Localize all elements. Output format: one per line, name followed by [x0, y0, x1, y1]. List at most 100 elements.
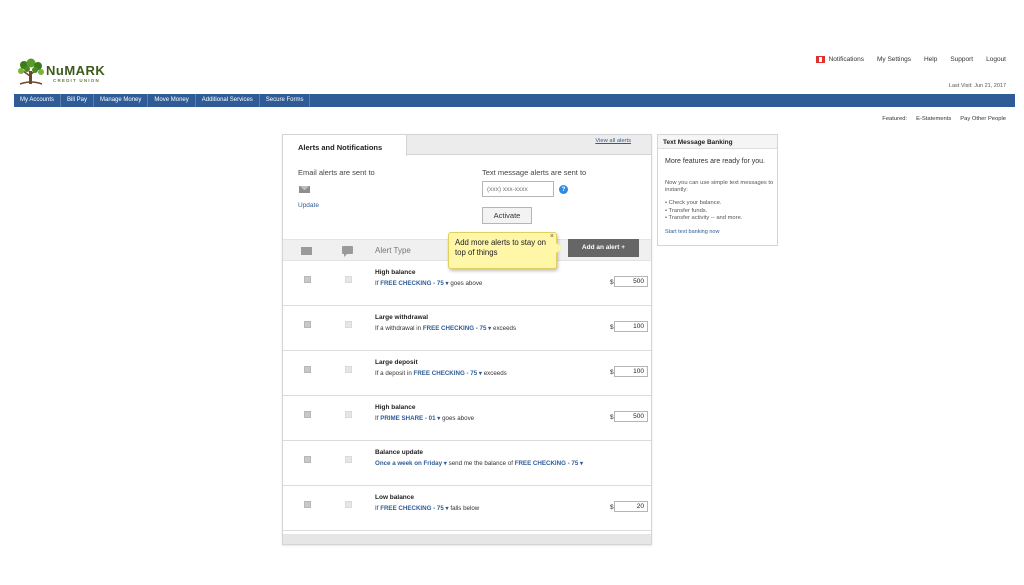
alert-post: send me the balance of	[448, 460, 513, 467]
alert-post: falls below	[450, 505, 480, 512]
sms-checkbox[interactable]	[345, 366, 352, 373]
notification-flag-icon	[815, 56, 825, 63]
add-alert-button[interactable]: Add an alert +	[568, 239, 639, 257]
email-icon	[299, 186, 310, 193]
list-item: Check your balance.	[665, 200, 742, 208]
help-link[interactable]: Help	[924, 56, 937, 63]
nav-manage-money[interactable]: Manage Money	[94, 94, 149, 107]
amount-input[interactable]: 500	[614, 411, 648, 422]
sms-column-icon	[342, 246, 353, 257]
tab-strip: Alerts and Notifications View all alerts	[283, 135, 651, 156]
featured-label: Featured:	[882, 116, 908, 122]
support-link[interactable]: Support	[950, 56, 973, 63]
logout-link[interactable]: Logout	[986, 56, 1006, 63]
panel-footer	[283, 534, 651, 544]
notifications-link[interactable]: Notifications	[815, 56, 864, 63]
nav-bill-pay[interactable]: Bill Pay	[61, 94, 95, 107]
email-checkbox[interactable]	[304, 411, 311, 418]
main-nav: My Accounts Bill Pay Manage Money Move M…	[14, 94, 1015, 107]
alert-post: exceeds	[493, 325, 517, 332]
list-item: Transfer funds.	[665, 208, 742, 216]
account-dropdown[interactable]: FREE CHECKING - 75 ▾	[414, 370, 482, 377]
tooltip-text: Add more alerts to stay on top of things	[455, 238, 547, 257]
alert-post: goes above	[442, 415, 475, 422]
start-text-banking-link[interactable]: Start text banking now	[665, 229, 719, 235]
alert-description: If PRIME SHARE - 01 ▾ goes above	[375, 415, 474, 422]
nav-my-accounts[interactable]: My Accounts	[14, 94, 62, 107]
alert-title: Large deposit	[375, 359, 418, 366]
sms-checkbox[interactable]	[345, 456, 352, 463]
featured-pay-other-people[interactable]: Pay Other People	[960, 116, 1006, 122]
add-alert-tooltip: Add more alerts to stay on top of things…	[448, 232, 563, 269]
logo-name: NuMARK	[46, 63, 106, 78]
tree-logo-icon	[18, 58, 44, 85]
nav-additional-services[interactable]: Additional Services	[196, 94, 260, 107]
alert-row: Low balance If FREE CHECKING - 75 ▾ fall…	[283, 486, 651, 531]
alert-row: Balance update Once a week on Friday ▾ s…	[283, 441, 651, 486]
text-alerts-label: Text message alerts are sent to	[482, 168, 587, 177]
account-dropdown[interactable]: FREE CHECKING - 75 ▾	[380, 280, 448, 287]
sms-checkbox[interactable]	[345, 321, 352, 328]
nav-secure-forms[interactable]: Secure Forms	[260, 94, 311, 107]
alert-title: Balance update	[375, 449, 424, 456]
alerts-panel: Alerts and Notifications View all alerts…	[282, 134, 652, 545]
alert-post: goes above	[450, 280, 483, 287]
featured-links: Featured: E-Statements Pay Other People	[882, 116, 1006, 122]
email-alerts-label: Email alerts are sent to	[298, 168, 375, 177]
last-visit: Last Visit: Jun 21, 2017	[948, 83, 1006, 89]
email-checkbox[interactable]	[304, 321, 311, 328]
sms-checkbox[interactable]	[345, 276, 352, 283]
alert-description: If a withdrawal in FREE CHECKING - 75 ▾ …	[375, 325, 516, 332]
alert-pre: If a deposit in	[375, 370, 412, 377]
alert-title: Large withdrawal	[375, 314, 429, 321]
my-settings-link[interactable]: My Settings	[877, 56, 911, 63]
alert-row: Large withdrawal If a withdrawal in FREE…	[283, 306, 651, 351]
alert-pre: If	[375, 505, 379, 512]
account-dropdown[interactable]: FREE CHECKING - 75 ▾	[380, 505, 448, 512]
account-dropdown[interactable]: FREE CHECKING - 75 ▾	[515, 460, 583, 467]
amount-input[interactable]: 100	[614, 366, 648, 377]
amount-input[interactable]: 100	[614, 321, 648, 332]
tab-alerts-and-notifications[interactable]: Alerts and Notifications	[283, 135, 407, 156]
alert-pre: If	[375, 415, 379, 422]
featured-estatements[interactable]: E-Statements	[916, 116, 951, 122]
alert-row: Large deposit If a deposit in FREE CHECK…	[283, 351, 651, 396]
alert-pre: If	[375, 280, 379, 287]
account-dropdown[interactable]: PRIME SHARE - 01 ▾	[380, 415, 440, 422]
side-card-list: Check your balance. Transfer funds. Tran…	[665, 200, 743, 223]
email-checkbox[interactable]	[304, 366, 311, 373]
sms-checkbox[interactable]	[345, 501, 352, 508]
email-checkbox[interactable]	[304, 456, 311, 463]
sms-checkbox[interactable]	[345, 411, 352, 418]
account-dropdown[interactable]: FREE CHECKING - 75 ▾	[423, 325, 491, 332]
alert-post: exceeds	[483, 370, 507, 377]
email-column-icon	[301, 247, 312, 255]
side-card-title: Text Message Banking	[658, 135, 777, 149]
help-icon[interactable]: ?	[559, 185, 568, 194]
logo-subtitle: CREDIT UNION	[53, 78, 100, 83]
alert-title: High balance	[375, 269, 416, 276]
amount-input[interactable]: 500	[614, 276, 648, 287]
phone-input[interactable]	[482, 181, 554, 197]
frequency-dropdown[interactable]: Once a week on Friday ▾	[375, 460, 447, 467]
email-checkbox[interactable]	[304, 276, 311, 283]
side-card-text: Now you can use simple text messages to …	[665, 180, 774, 193]
alert-description: If a deposit in FREE CHECKING - 75 ▾ exc…	[375, 370, 507, 377]
activate-button[interactable]: Activate	[482, 207, 532, 224]
alert-title: High balance	[375, 404, 416, 411]
text-message-banking-card: Text Message Banking More features are r…	[657, 134, 778, 246]
email-checkbox[interactable]	[304, 501, 311, 508]
numark-logo[interactable]: NuMARK CREDIT UNION	[16, 58, 116, 86]
list-item: Transfer activity -- and more.	[665, 215, 743, 223]
notifications-label: Notifications	[828, 56, 864, 63]
top-links: Notifications My Settings Help Support L…	[815, 56, 1006, 63]
alert-description: Once a week on Friday ▾ send me the bala…	[375, 460, 583, 467]
view-all-alerts-link[interactable]: View all alerts	[595, 138, 631, 144]
nav-move-money[interactable]: Move Money	[148, 94, 196, 107]
amount-input[interactable]: 20	[614, 501, 648, 512]
side-card-lead: More features are ready for you.	[665, 158, 765, 165]
alert-pre: If a withdrawal in	[375, 325, 422, 332]
alert-description: If FREE CHECKING - 75 ▾ goes above	[375, 280, 482, 287]
tooltip-close-icon[interactable]: ×	[550, 232, 554, 242]
update-link[interactable]: Update	[298, 202, 319, 209]
